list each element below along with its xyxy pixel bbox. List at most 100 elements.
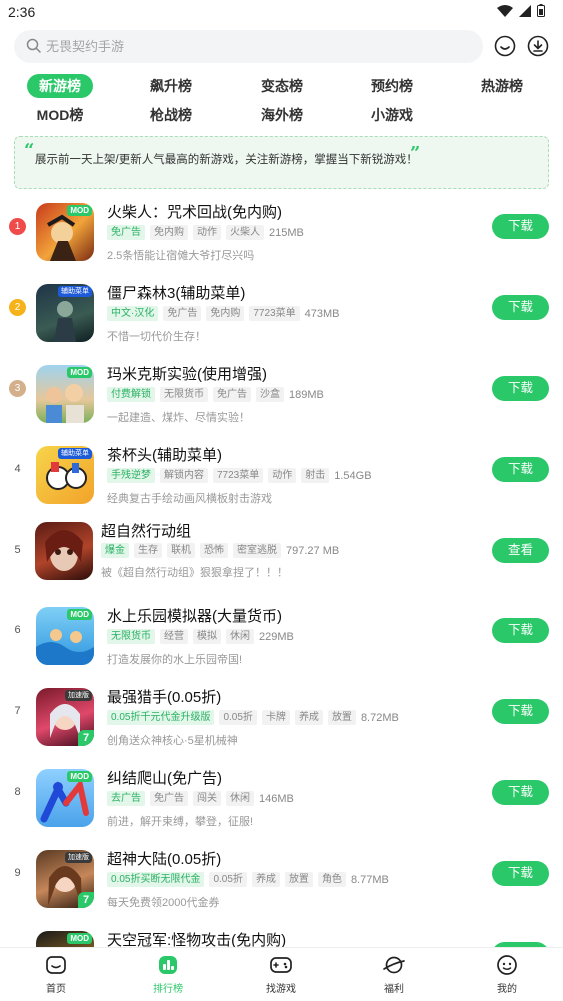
tag-list: 免广告 免内购 动作 火柴人 215MB (107, 225, 304, 240)
tag: 放置 (327, 710, 356, 725)
download-button[interactable]: 下载 (492, 376, 549, 401)
app-name[interactable]: 茶杯头(辅助菜单) (107, 444, 222, 465)
app-icon[interactable]: 辅助菜单 (36, 446, 94, 504)
tag: 0.05折千元代金升级版 (107, 710, 215, 725)
tag: 动作 (268, 468, 297, 483)
app-icon[interactable] (35, 522, 93, 580)
list-item[interactable]: 3 MOD 玛米克斯实验(使用增强) 付费解锁 无限货币 免广告 沙盒 189M… (0, 360, 563, 440)
message-icon[interactable] (494, 35, 516, 57)
tag: 免内购 (150, 225, 188, 240)
search-box[interactable] (14, 30, 483, 63)
download-button[interactable]: 下载 (492, 457, 549, 482)
app-size: 473MB (304, 307, 340, 320)
search-row (0, 30, 563, 64)
tag: 动作 (193, 225, 221, 240)
app-icon[interactable]: 加速版 7 (36, 850, 94, 908)
app-name[interactable]: 僵尸森林3(辅助菜单) (107, 282, 245, 303)
nav-profile[interactable]: 我的 (467, 954, 547, 995)
download-button[interactable]: 下载 (492, 861, 549, 886)
tab-new-games[interactable]: 新游榜 (27, 74, 93, 98)
tag: 免广告 (107, 225, 145, 240)
speed-version-badge: 加速版 (65, 852, 92, 863)
tab-hot[interactable]: 热游榜 (471, 74, 533, 98)
app-name[interactable]: 超自然行动组 (101, 520, 191, 541)
tag: 休闲 (226, 791, 254, 806)
7723-icon: 7 (78, 892, 94, 908)
list-item[interactable]: 7 加速版 7 最强猎手(0.05折) 0.05折千元代金升级版 0.05折 卡… (0, 683, 563, 763)
app-name[interactable]: 天空冠军:怪物攻击(免内购) (107, 929, 286, 947)
list-item[interactable]: 8 MOD 纠结爬山(免广告) 去广告 免广告 闯关 休闲 146MB 前进，解… (0, 764, 563, 844)
status-icons (497, 4, 545, 17)
ranking-icon (159, 956, 177, 974)
app-icon[interactable]: 加速版 7 (36, 688, 94, 746)
download-button[interactable]: 下载 (492, 214, 549, 239)
tag: 付费解锁 (107, 387, 155, 402)
nav-ranking[interactable]: 排行榜 (128, 954, 208, 995)
7723-icon: 7 (78, 730, 94, 746)
app-name[interactable]: 玛米克斯实验(使用增强) (107, 363, 267, 384)
app-description: 一起建造、煤炸、尽情实验！ (107, 412, 250, 424)
tag-list: 中文·汉化 免广告 免内购 7723菜单 473MB (107, 306, 339, 321)
list-item[interactable]: 5 超自然行动组 爆金 生存 联机 恐怖 密室逃脱 797.27 MB 被《超自… (0, 522, 563, 602)
download-button[interactable]: 下载 (492, 295, 549, 320)
tab-mod[interactable]: MOD榜 (29, 103, 91, 127)
app-icon[interactable]: MOD (36, 769, 94, 827)
download-icon[interactable] (527, 35, 549, 57)
app-size: 229MB (259, 630, 294, 643)
tag: 手残逆梦 (107, 468, 155, 483)
nav-benefits[interactable]: 福利 (354, 954, 434, 995)
app-icon[interactable]: 辅助菜单 (36, 284, 94, 342)
tag: 免广告 (163, 306, 202, 321)
home-icon (46, 956, 66, 974)
search-input[interactable] (46, 30, 466, 63)
view-button[interactable]: 查看 (492, 538, 549, 563)
nav-home[interactable]: 首页 (16, 954, 96, 995)
status-time: 2:36 (8, 4, 36, 20)
nav-label: 首页 (46, 984, 66, 995)
mod-badge: MOD (67, 609, 92, 620)
list-item[interactable]: 6 MOD 水上乐园模拟器(大量货币) 无限货币 经营 模拟 休闲 229MB … (0, 602, 563, 682)
app-size: 146MB (259, 792, 294, 805)
list-item[interactable]: 4 辅助菜单 茶杯头(辅助菜单) 手残逆梦 解锁内容 7723菜单 动作 射击 … (0, 441, 563, 521)
rank-number: 9 (14, 867, 21, 879)
app-name[interactable]: 水上乐园模拟器(大量货币) (107, 605, 282, 626)
assist-menu-badge: 辅助菜单 (58, 286, 92, 297)
tab-hacked[interactable]: 变态榜 (251, 74, 313, 98)
download-button[interactable]: 下载 (492, 780, 549, 805)
tag: 模拟 (193, 629, 221, 644)
app-description: 被《超自然行动组》狠狠拿捏了！！！ (101, 567, 288, 579)
app-name[interactable]: 最强猎手(0.05折) (107, 686, 221, 707)
app-icon[interactable]: MOD (36, 203, 94, 261)
tab-shooter[interactable]: 枪战榜 (140, 103, 202, 127)
tab-overseas[interactable]: 海外榜 (251, 103, 313, 127)
bottom-nav: 首页 排行榜 找游戏 福利 我的 (0, 947, 563, 1001)
tab-mini-games[interactable]: 小游戏 (361, 103, 423, 127)
list-item[interactable]: 2 辅助菜单 僵尸森林3(辅助菜单) 中文·汉化 免广告 免内购 7723菜单 … (0, 279, 563, 359)
open-quote-icon: “ (24, 140, 35, 161)
tag: 去广告 (107, 791, 145, 806)
app-icon[interactable]: MOD (36, 607, 94, 665)
app-name[interactable]: 火柴人：咒术回战(免内购) (107, 201, 282, 222)
nav-find-games[interactable]: 找游戏 (241, 954, 321, 995)
tag: 0.05折 (209, 872, 247, 887)
list-item[interactable]: MOD 天空冠军:怪物攻击(免内购) 下载 (0, 926, 563, 947)
app-icon[interactable]: MOD (36, 931, 94, 947)
list-item[interactable]: 1 MOD 火柴人：咒术回战(免内购) 免广告 免内购 动作 火柴人 215MB… (0, 198, 563, 278)
nav-label: 找游戏 (266, 984, 296, 995)
app-name[interactable]: 超神大陆(0.05折) (107, 848, 221, 869)
download-button[interactable]: 下载 (492, 618, 549, 643)
rank-number: 5 (14, 544, 21, 556)
tag: 放置 (284, 872, 313, 887)
tag: 火柴人 (226, 225, 264, 240)
rank-number: 8 (14, 786, 21, 798)
app-name[interactable]: 纠结爬山(免广告) (107, 767, 222, 788)
tag: 0.05折买断无限代金 (107, 872, 205, 887)
wifi-icon (497, 4, 513, 17)
speed-version-badge: 加速版 (65, 690, 92, 701)
download-button[interactable]: 下载 (492, 699, 549, 724)
tab-rising[interactable]: 飙升榜 (140, 74, 202, 98)
tab-preorder[interactable]: 预约榜 (361, 74, 423, 98)
list-item[interactable]: 9 加速版 7 超神大陆(0.05折) 0.05折买断无限代金 0.05折 养成… (0, 845, 563, 925)
tag: 角色 (317, 872, 346, 887)
app-icon[interactable]: MOD (36, 365, 94, 423)
